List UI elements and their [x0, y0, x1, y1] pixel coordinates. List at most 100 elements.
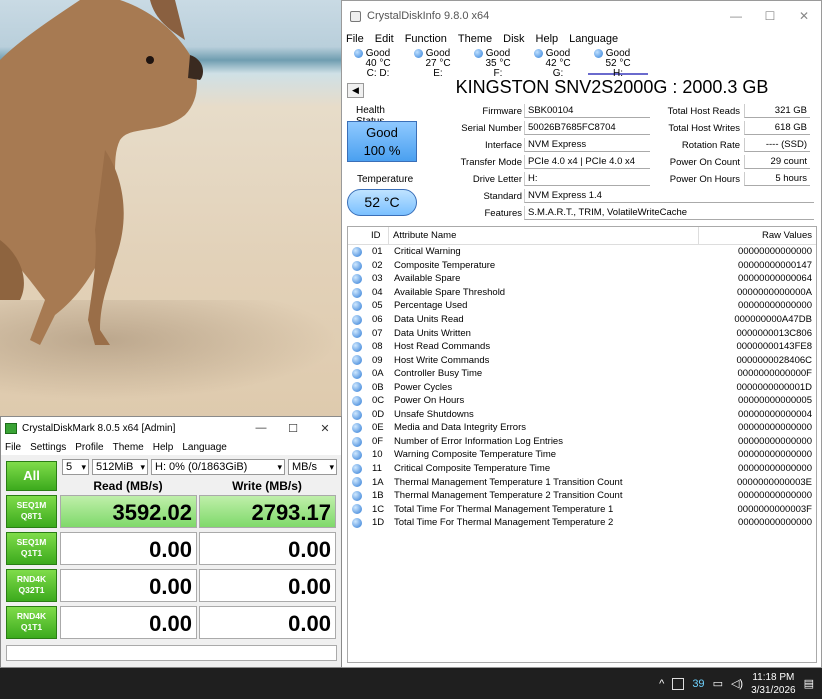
- column-id[interactable]: ID: [348, 230, 388, 241]
- test-rnd4k-q1t1-button[interactable]: RND4K Q1T1: [6, 606, 57, 639]
- close-icon[interactable]: ✕: [309, 422, 341, 435]
- table-row[interactable]: 08 Host Read Commands 00000000143FE8: [348, 340, 816, 354]
- status-dot-icon: [352, 287, 362, 298]
- volume-icon[interactable]: ◁): [731, 677, 743, 690]
- attribute-name: Controller Busy Time: [394, 368, 483, 380]
- chevron-down-icon: ▾: [140, 462, 145, 472]
- status-dot-icon: [354, 49, 363, 58]
- minimize-icon[interactable]: —: [719, 9, 753, 23]
- attribute-raw-value: 000000000A47DB: [734, 314, 812, 325]
- table-row[interactable]: 0B Power Cycles 0000000000001D: [348, 380, 816, 394]
- minimize-icon[interactable]: —: [245, 422, 277, 435]
- rotation-rate-value: ---- (SSD): [744, 138, 810, 152]
- menu-theme[interactable]: Theme: [113, 442, 144, 453]
- column-attribute-name[interactable]: Attribute Name: [388, 226, 698, 245]
- table-row[interactable]: 1C Total Time For Thermal Management Temp…: [348, 502, 816, 516]
- table-row[interactable]: 03 Available Spare 00000000000064: [348, 272, 816, 286]
- table-row[interactable]: 1B Thermal Management Temperature 2 Trans…: [348, 489, 816, 503]
- menu-file[interactable]: File: [5, 442, 21, 453]
- drive-tab-c[interactable]: Good 40 °C C: D:: [348, 47, 408, 79]
- column-raw-values[interactable]: Raw Values: [698, 226, 816, 245]
- total-host-writes-value: 618 GB: [744, 121, 810, 135]
- table-row[interactable]: 05 Percentage Used 00000000000000: [348, 299, 816, 313]
- test-size-select[interactable]: 512MiB ▾: [92, 459, 148, 475]
- test-seq1m-q8t1-button[interactable]: SEQ1M Q8T1: [6, 495, 57, 528]
- cdm-title: CrystalDiskMark 8.0.5 x64 [Admin]: [22, 422, 176, 434]
- tray-badge[interactable]: 39: [692, 678, 704, 690]
- table-row[interactable]: 02 Composite Temperature 00000000000147: [348, 259, 816, 273]
- drive-tab-f[interactable]: Good 35 °C F:: [468, 47, 528, 79]
- menu-settings[interactable]: Settings: [30, 442, 66, 453]
- table-row[interactable]: 0C Power On Hours 00000000000005: [348, 394, 816, 408]
- table-row[interactable]: 09 Host Write Commands 0000000028406C: [348, 353, 816, 367]
- attribute-name: Percentage Used: [394, 300, 468, 312]
- status-dot-icon: [352, 341, 362, 352]
- drive-tab-g[interactable]: Good 42 °C G:: [528, 47, 588, 79]
- comment-field[interactable]: [6, 645, 337, 661]
- status-dot-icon: [352, 490, 362, 501]
- attribute-name: Critical Warning: [394, 246, 461, 258]
- cdi-title: CrystalDiskInfo 9.8.0 x64: [367, 10, 490, 22]
- drive-tab-h[interactable]: Good 52 °C H:: [588, 47, 648, 79]
- test-count-select[interactable]: 5 ▾: [62, 459, 89, 475]
- menu-language[interactable]: Language: [182, 442, 227, 453]
- menu-profile[interactable]: Profile: [75, 442, 103, 453]
- table-row[interactable]: 11 Critical Composite Temperature Time 000…: [348, 462, 816, 476]
- clock[interactable]: 11:18 PM 3/31/2026: [751, 671, 796, 697]
- menu-help[interactable]: Help: [536, 33, 559, 45]
- cdm-titlebar[interactable]: CrystalDiskMark 8.0.5 x64 [Admin] — ☐ ✕: [1, 417, 341, 439]
- menu-theme[interactable]: Theme: [458, 33, 492, 45]
- menu-edit[interactable]: Edit: [375, 33, 394, 45]
- test-name: RND4K: [16, 611, 47, 621]
- table-row[interactable]: 0E Media and Data Integrity Errors 0000000…: [348, 421, 816, 435]
- test-count-value: 5: [66, 461, 73, 473]
- close-icon[interactable]: ✕: [787, 9, 821, 23]
- attribute-raw-value: 0000000000003F: [737, 503, 813, 515]
- health-status-button[interactable]: Good 100 %: [347, 121, 417, 162]
- test-seq1m-q1t1-button[interactable]: SEQ1M Q1T1: [6, 532, 57, 565]
- notification-icon[interactable]: ▤: [804, 677, 814, 690]
- table-row[interactable]: 06 Data Units Read 000000000A47DB: [348, 313, 816, 327]
- menu-language[interactable]: Language: [569, 33, 618, 45]
- tray-app-icon[interactable]: [672, 677, 685, 690]
- crystaldiskmark-window: CrystalDiskMark 8.0.5 x64 [Admin] — ☐ ✕ …: [0, 416, 342, 668]
- attribute-raw-value: 00000000000005: [738, 395, 812, 407]
- maximize-icon[interactable]: ☐: [277, 422, 309, 435]
- status-dot-icon: [414, 49, 423, 58]
- target-drive-select[interactable]: H: 0% (0/1863GiB) ▾: [151, 459, 285, 475]
- menu-function[interactable]: Function: [405, 33, 447, 45]
- table-row[interactable]: 04 Available Spare Threshold 0000000000000…: [348, 286, 816, 300]
- run-all-button[interactable]: All: [6, 461, 57, 491]
- write-result-rnd4k-q32t1: 0.00: [199, 569, 336, 602]
- table-row[interactable]: 0A Controller Busy Time 0000000000000F: [348, 367, 816, 381]
- maximize-icon[interactable]: ☐: [753, 9, 787, 23]
- attribute-name: Warning Composite Temperature Time: [394, 449, 557, 461]
- table-row[interactable]: 0F Number of Error Information Log Entrie…: [348, 435, 816, 449]
- table-row[interactable]: 1D Total Time For Thermal Management Temp…: [348, 516, 816, 530]
- network-icon[interactable]: ▭: [713, 677, 723, 690]
- attribute-name: Available Spare: [394, 273, 461, 285]
- table-row[interactable]: 0D Unsafe Shutdowns 00000000000004: [348, 408, 816, 422]
- system-tray: ^ 39 ▭ ◁) 11:18 PM 3/31/2026 ▤: [659, 668, 822, 699]
- attribute-raw-value: 0000000000000A: [736, 286, 812, 298]
- chevron-up-icon[interactable]: ^: [659, 678, 664, 690]
- menu-file[interactable]: File: [346, 33, 364, 45]
- status-dot-icon: [352, 260, 362, 271]
- smart-attribute-table[interactable]: ID Attribute Name Raw Values 01 Critical …: [347, 226, 817, 663]
- cdi-titlebar[interactable]: CrystalDiskInfo 9.8.0 x64 — ☐ ✕: [342, 1, 821, 31]
- test-rnd4k-q32t1-button[interactable]: RND4K Q32T1: [6, 569, 57, 602]
- taskbar: ^ 39 ▭ ◁) 11:18 PM 3/31/2026 ▤: [0, 668, 822, 699]
- status-dot-icon: [352, 463, 362, 474]
- drive-tab-e[interactable]: Good 27 °C E:: [408, 47, 468, 79]
- table-row[interactable]: 10 Warning Composite Temperature Time 0000…: [348, 448, 816, 462]
- table-header: ID Attribute Name Raw Values: [348, 226, 816, 245]
- unit-select[interactable]: MB/s ▾: [288, 459, 337, 475]
- menu-help[interactable]: Help: [153, 442, 174, 453]
- rotation-rate-label: Rotation Rate: [681, 140, 740, 151]
- previous-drive-button[interactable]: ◀: [347, 83, 364, 98]
- table-row[interactable]: 1A Thermal Management Temperature 1 Trans…: [348, 475, 816, 489]
- table-row[interactable]: 07 Data Units Written 0000000013C806: [348, 326, 816, 340]
- table-row[interactable]: 01 Critical Warning 00000000000000: [348, 245, 816, 259]
- menu-disk[interactable]: Disk: [503, 33, 524, 45]
- standard-label: Standard: [483, 191, 522, 202]
